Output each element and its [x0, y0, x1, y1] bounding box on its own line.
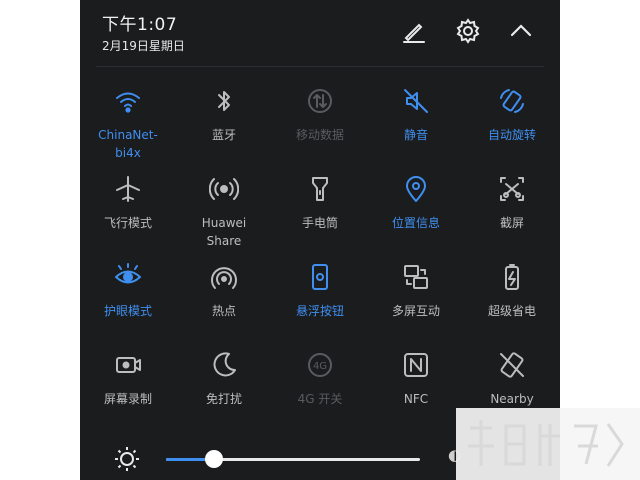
toggle-label: 蓝牙	[211, 128, 236, 142]
status-time: 下午1:07	[102, 15, 178, 35]
hotspot-icon	[207, 260, 241, 294]
toggle-tile[interactable]: 截屏	[464, 172, 560, 260]
toggle-label: 多屏互动	[391, 304, 440, 318]
huawei-share-icon	[207, 172, 241, 206]
toggle-label: 免打扰	[205, 392, 242, 406]
airplane-icon	[111, 172, 145, 206]
toggle-tile[interactable]: 静音	[368, 84, 464, 172]
toggle-label: 4G 开关	[297, 392, 343, 406]
toggle-label: 悬浮按钮	[295, 304, 344, 318]
toggle-tile[interactable]: 悬浮按钮	[272, 260, 368, 348]
toggle-tile[interactable]: ChinaNet- bi4x	[80, 84, 176, 172]
nearby-icon	[495, 348, 529, 382]
toggle-tile[interactable]: 超级省电	[464, 260, 560, 348]
toggle-tile[interactable]: 蓝牙	[176, 84, 272, 172]
settings-icon[interactable]	[451, 14, 485, 48]
svg-text:4G: 4G	[313, 361, 327, 372]
toggle-label: 位置信息	[391, 216, 440, 230]
screenshot-icon	[495, 172, 529, 206]
mobile-data-icon	[303, 84, 337, 118]
toggle-tile[interactable]: Huawei Share	[176, 172, 272, 260]
mute-icon	[399, 84, 433, 118]
toggle-tile[interactable]: 热点	[176, 260, 272, 348]
auto-rotate-icon	[495, 84, 529, 118]
flashlight-icon	[303, 172, 337, 206]
brightness-icon	[115, 447, 139, 471]
nfc-icon	[399, 348, 433, 382]
toggle-tile[interactable]: NFC	[368, 348, 464, 436]
location-icon	[399, 172, 433, 206]
toggle-label: 屏幕录制	[103, 392, 152, 406]
toggle-tile[interactable]: 免打扰	[176, 348, 272, 436]
toggle-tile[interactable]: 多屏互动	[368, 260, 464, 348]
floating-button-icon	[303, 260, 337, 294]
toggle-label: 手电筒	[301, 216, 338, 230]
brightness-slider[interactable]	[166, 450, 420, 468]
bluetooth-icon	[207, 84, 241, 118]
toggle-tile[interactable]: 手电筒	[272, 172, 368, 260]
toggle-label: 热点	[211, 304, 236, 318]
4g-icon: 4G	[303, 348, 337, 382]
status-date: 2月19日星期日	[102, 39, 185, 53]
toggle-label: Nearby	[490, 392, 534, 406]
toggle-tile[interactable]: 移动数据	[272, 84, 368, 172]
screen-record-icon	[111, 348, 145, 382]
toggle-label: 超级省电	[487, 304, 536, 318]
wifi-icon	[111, 84, 145, 118]
toggle-tile[interactable]: 护眼模式	[80, 260, 176, 348]
toggle-tile[interactable]: 位置信息	[368, 172, 464, 260]
toggle-label: 移动数据	[295, 128, 344, 142]
toggle-label: 护眼模式	[103, 304, 152, 318]
toggle-label: Huawei Share	[201, 216, 247, 248]
do-not-disturb-icon	[207, 348, 241, 382]
toggle-tile[interactable]: 4G 4G 开关	[272, 348, 368, 436]
eye-comfort-icon	[111, 260, 145, 294]
battery-saver-icon	[495, 260, 529, 294]
toggle-tile[interactable]: 自动旋转	[464, 84, 560, 172]
toggle-tile[interactable]: 飞行模式	[80, 172, 176, 260]
header-divider	[96, 66, 544, 67]
toggle-label: NFC	[403, 392, 429, 406]
edit-icon[interactable]	[396, 14, 430, 48]
toggle-label: 自动旋转	[487, 128, 536, 142]
collapse-icon[interactable]	[504, 14, 538, 48]
toggle-tile[interactable]: 屏幕录制	[80, 348, 176, 436]
toggle-label: 截屏	[499, 216, 524, 230]
toggle-label: ChinaNet- bi4x	[98, 128, 158, 160]
watermark	[456, 408, 640, 480]
toggle-label: 飞行模式	[103, 216, 152, 230]
toggle-label: 静音	[403, 128, 428, 142]
brightness-thumb[interactable]	[205, 450, 224, 468]
multi-screen-icon	[399, 260, 433, 294]
toggle-grid: ChinaNet- bi4x 蓝牙 移动数据 静音 自动旋转飞行模式 Huawei Sha…	[80, 84, 560, 436]
